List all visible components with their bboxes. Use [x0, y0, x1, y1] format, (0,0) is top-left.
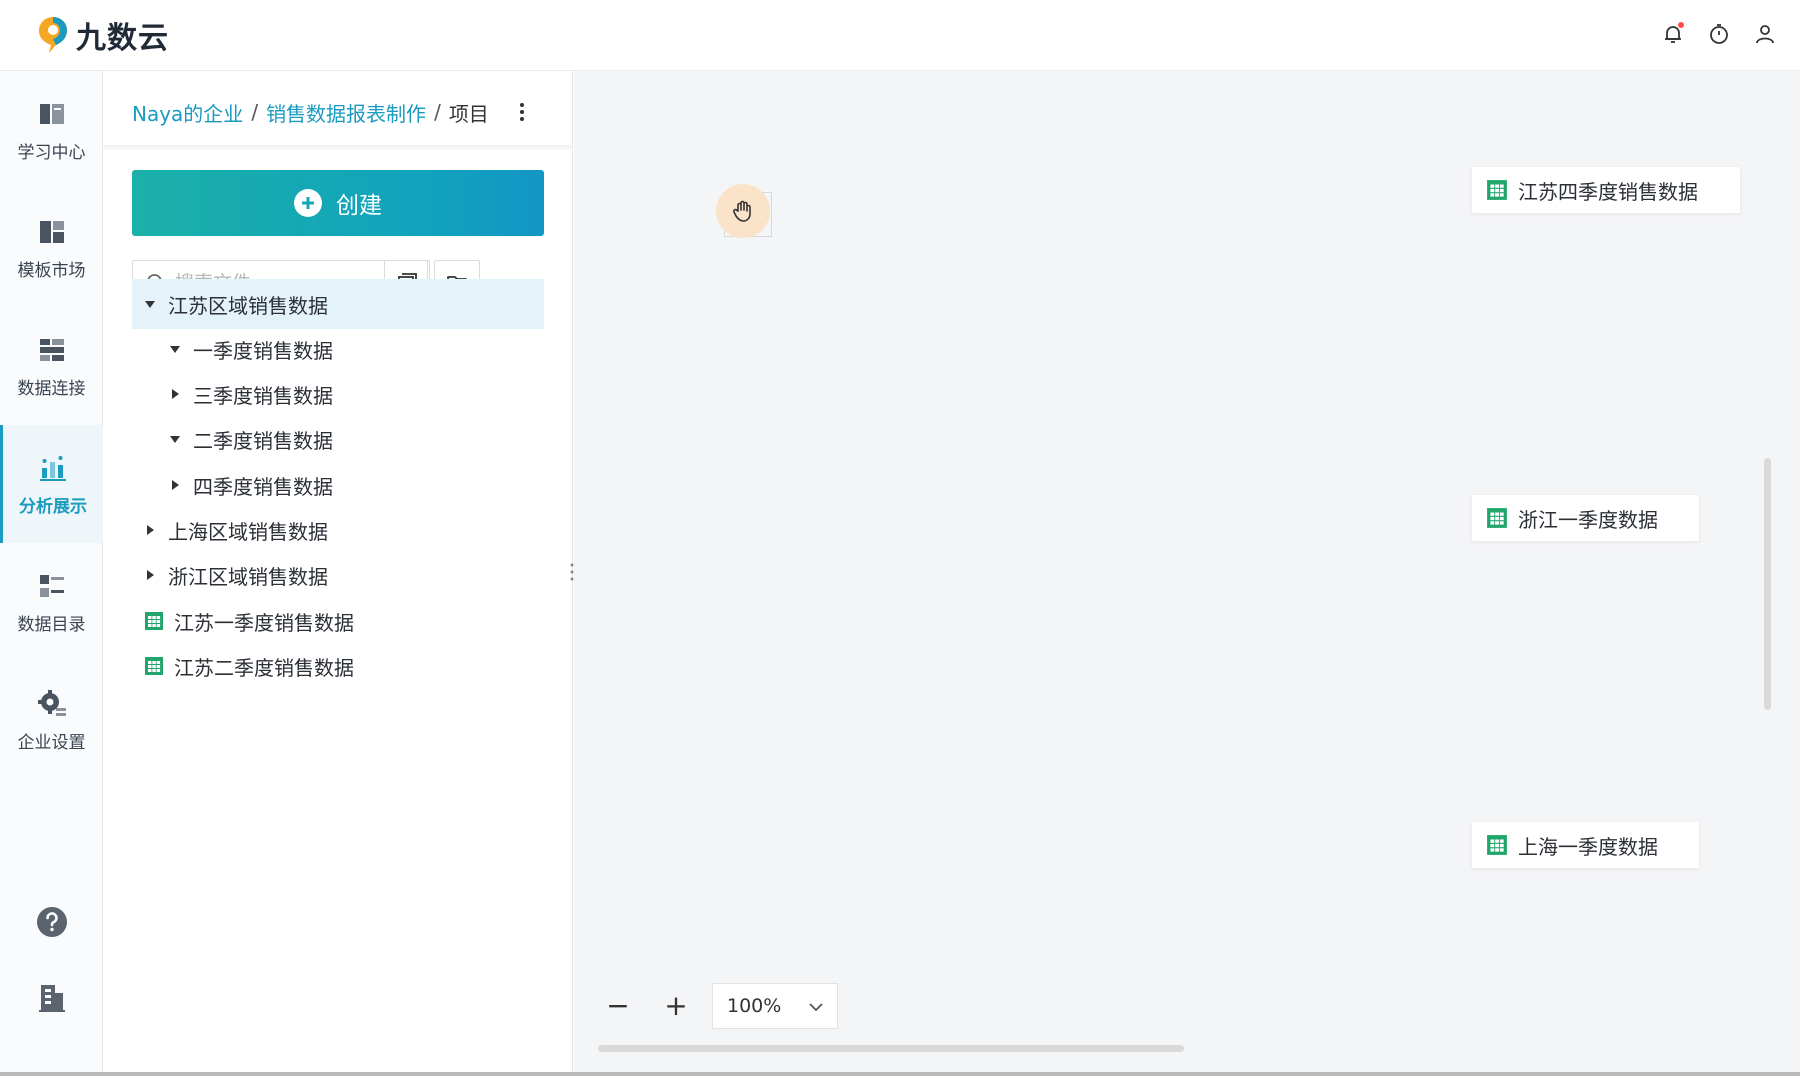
book-icon	[39, 103, 64, 124]
tree-folder[interactable]: 浙江区域销售数据	[132, 550, 544, 600]
tree-item-label: 二季度销售数据	[193, 428, 333, 453]
tree-item-label: 江苏二季度销售数据	[174, 655, 354, 680]
more-options-button[interactable]	[507, 97, 537, 127]
tree-item-label: 江苏区域销售数据	[168, 293, 328, 318]
data-connect-icon	[39, 338, 64, 361]
create-button[interactable]: 创建	[132, 170, 544, 236]
canvas-node[interactable]: 上海一季度数据	[1472, 822, 1699, 868]
caret-down-icon[interactable]	[140, 297, 160, 311]
user-button[interactable]	[1752, 18, 1778, 50]
tree-folder[interactable]: 江苏区域销售数据	[132, 279, 544, 329]
rail-item-data-catalog[interactable]: 数据目录	[0, 543, 103, 661]
chevron-down-icon	[809, 1003, 823, 1012]
tree-folder[interactable]: 三季度销售数据	[132, 369, 544, 419]
rail-label: 学习中心	[17, 142, 86, 163]
app-logo[interactable]: 九数云	[36, 13, 169, 57]
canvas-node-label: 江苏四季度销售数据	[1518, 179, 1698, 204]
tree-sheet[interactable]: 江苏一季度销售数据	[132, 596, 544, 646]
enterprise-button[interactable]	[0, 981, 103, 1015]
sheet-icon	[145, 612, 163, 630]
rail-item-enterprise-settings[interactable]: 企业设置	[0, 661, 103, 779]
notification-button[interactable]	[1660, 18, 1686, 50]
rail-item-data-connection[interactable]: 数据连接	[0, 307, 103, 425]
sheet-icon	[1487, 180, 1507, 200]
chart-icon	[40, 455, 66, 481]
tree-item-label: 一季度销售数据	[193, 338, 333, 363]
rail-label: 数据目录	[17, 614, 86, 635]
create-button-label: 创建	[336, 193, 382, 219]
help-button[interactable]	[0, 905, 103, 939]
logo-text: 九数云	[76, 21, 169, 56]
rail-item-learning-center[interactable]: 学习中心	[0, 71, 103, 189]
zoom-select[interactable]: 100%	[712, 983, 838, 1029]
pan-tool-button[interactable]	[716, 184, 770, 238]
breadcrumb: Naya的企业 / 销售数据报表制作 / 项目	[132, 97, 489, 127]
canvas-node[interactable]: 江苏四季度销售数据	[1472, 167, 1740, 213]
rail-label: 模板市场	[17, 260, 86, 281]
rail-label: 企业设置	[17, 732, 86, 753]
template-icon	[39, 220, 64, 243]
rail-label: 数据连接	[17, 378, 86, 399]
caret-right-icon[interactable]	[165, 478, 185, 492]
building-icon	[38, 985, 65, 1012]
file-panel: Naya的企业 / 销售数据报表制作 / 项目 创建 江苏区域销售数据	[103, 71, 574, 1076]
top-bar: 九数云	[0, 0, 1800, 71]
tree-folder[interactable]: 上海区域销售数据	[132, 505, 544, 555]
tree-item-label: 四季度销售数据	[193, 474, 333, 499]
caret-right-icon[interactable]	[165, 387, 185, 401]
rail-item-template-market[interactable]: 模板市场	[0, 189, 103, 307]
sheet-icon	[1487, 835, 1507, 855]
caret-right-icon[interactable]	[140, 568, 160, 582]
more-vertical-icon	[520, 103, 524, 121]
zoom-in-button[interactable]: +	[656, 987, 696, 1023]
vertical-scrollbar[interactable]	[1764, 458, 1771, 710]
horizontal-scrollbar[interactable]	[598, 1045, 1184, 1052]
tree-item-label: 江苏一季度销售数据	[174, 610, 354, 635]
tree-item-label: 浙江区域销售数据	[168, 564, 328, 589]
logo-icon	[39, 17, 67, 53]
canvas-node-label: 上海一季度数据	[1518, 834, 1658, 859]
tree-folder[interactable]: 一季度销售数据	[132, 324, 544, 374]
left-rail: 学习中心 模板市场 数据连接 分析展示 数据目录 企业设置	[0, 71, 103, 1076]
breadcrumb-enterprise[interactable]: Naya的企业	[132, 98, 243, 127]
breadcrumb-separator: /	[251, 100, 259, 124]
tree-folder[interactable]: 二季度销售数据	[132, 414, 544, 464]
catalog-icon	[39, 574, 64, 597]
breadcrumb-current: 项目	[448, 101, 489, 126]
breadcrumb-project[interactable]: 销售数据报表制作	[266, 98, 426, 127]
rail-item-analysis[interactable]: 分析展示	[0, 425, 103, 543]
tree-item-label: 上海区域销售数据	[168, 519, 328, 544]
help-icon	[36, 907, 67, 937]
notification-dot	[1678, 22, 1684, 28]
breadcrumb-separator: /	[434, 100, 441, 124]
hand-icon	[733, 200, 751, 222]
user-icon	[1756, 25, 1774, 44]
plus-circle-icon	[294, 189, 322, 217]
canvas-node-label: 浙江一季度数据	[1518, 507, 1658, 532]
tree-folder[interactable]: 四季度销售数据	[132, 460, 544, 510]
caret-right-icon[interactable]	[140, 523, 160, 537]
gear-icon	[37, 689, 66, 716]
zoom-out-button[interactable]: −	[598, 987, 638, 1023]
canvas-node[interactable]: 浙江一季度数据	[1472, 495, 1699, 541]
timer-icon	[1710, 24, 1728, 44]
panel-divider	[103, 145, 573, 151]
zoom-value: 100%	[727, 995, 782, 1017]
timer-button[interactable]	[1706, 18, 1732, 50]
sheet-icon	[1487, 508, 1507, 528]
window-bottom-edge	[0, 1072, 1800, 1076]
tree-item-label: 三季度销售数据	[193, 383, 333, 408]
rail-label: 分析展示	[19, 496, 87, 517]
caret-down-icon[interactable]	[165, 432, 185, 446]
sheet-icon	[145, 657, 163, 675]
caret-down-icon[interactable]	[165, 342, 185, 356]
tree-sheet[interactable]: 江苏二季度销售数据	[132, 641, 544, 691]
